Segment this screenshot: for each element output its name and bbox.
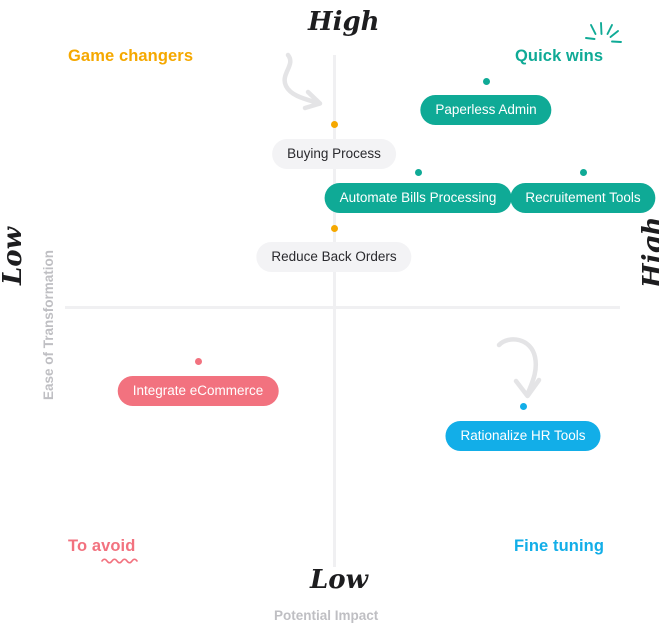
data-point-label-automate-bills-processing[interactable]: Automate Bills Processing: [324, 183, 512, 213]
wavy-underline-icon: [101, 558, 138, 564]
data-point-label-rationalize-hr-tools[interactable]: Rationalize HR Tools: [445, 421, 601, 451]
y-axis-title: Ease of Transformation: [41, 249, 56, 400]
y-axis-high-label: High: [308, 7, 380, 37]
x-axis-title: Potential Impact: [274, 608, 379, 623]
data-point-label-buying-process[interactable]: Buying Process: [272, 139, 396, 169]
curved-arrow-icon-bottom-right: [496, 337, 542, 399]
data-point-dot: [482, 77, 490, 85]
sparkle-icon: [585, 22, 622, 43]
data-point-dot: [330, 120, 338, 128]
data-point-dot: [519, 402, 527, 410]
curved-arrow-icon-top-left: [282, 52, 323, 111]
data-point-label-recruitement-tools[interactable]: Recruitement Tools: [510, 183, 656, 213]
data-point-label-integrate-ecommerce[interactable]: Integrate eCommerce: [117, 376, 279, 406]
axis-vertical-line: [333, 55, 336, 567]
data-point-dot: [330, 224, 338, 232]
data-point-label-reduce-back-orders[interactable]: Reduce Back Orders: [256, 242, 412, 272]
matrix-chart: High Low Low High Potential Impact Ease …: [0, 0, 659, 636]
data-point-dot: [579, 168, 587, 176]
quadrant-label-to-avoid: To avoid: [68, 537, 136, 555]
x-axis-low-label: Low: [310, 565, 369, 595]
quadrant-label-game-changers: Game changers: [68, 47, 194, 65]
x-axis-high-label: High: [638, 216, 659, 288]
data-point-dot: [194, 357, 202, 365]
axis-horizontal-line: [65, 306, 620, 309]
data-point-label-paperless-admin[interactable]: Paperless Admin: [420, 95, 552, 125]
quadrant-label-fine-tuning: Fine tuning: [514, 537, 604, 555]
y-axis-low-label: Low: [0, 226, 28, 285]
data-point-dot: [414, 168, 422, 176]
